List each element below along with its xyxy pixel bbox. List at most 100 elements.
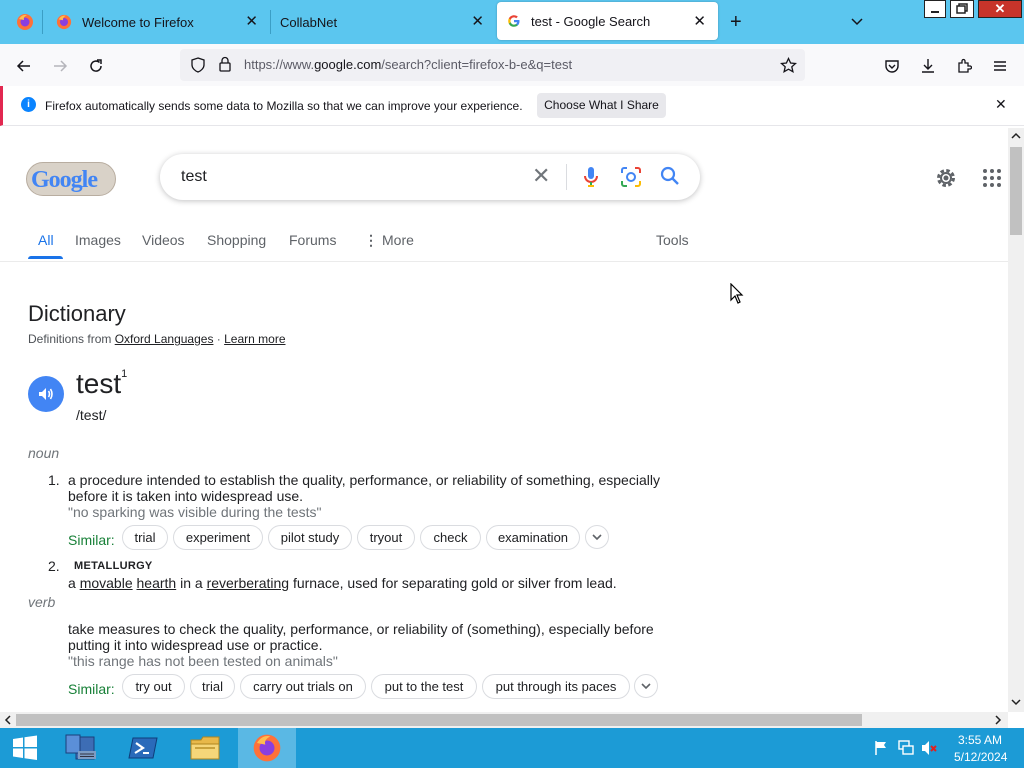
tab-more-label: More (382, 232, 414, 248)
search-icon[interactable] (660, 166, 680, 191)
tab-all[interactable]: All (38, 232, 54, 248)
definition-text: take measures to check the quality, perf… (68, 621, 654, 653)
similar-chip[interactable]: check (420, 525, 481, 550)
camera-lens-icon[interactable] (620, 166, 642, 193)
similar-chip[interactable]: put to the test (371, 674, 477, 699)
tab-shopping[interactable]: Shopping (207, 232, 266, 248)
similar-chip[interactable]: try out (122, 674, 185, 699)
google-g-icon (508, 15, 520, 27)
similar-chip[interactable]: trial (190, 674, 235, 699)
search-input[interactable]: test (181, 168, 207, 186)
example-sentence: "no sparking was visible during the test… (68, 504, 322, 520)
search-box[interactable]: test ✕ (160, 154, 700, 200)
logo-text: Google (31, 167, 98, 193)
expand-similar-chevron-icon[interactable] (585, 525, 609, 549)
action-center-flag-icon[interactable] (873, 740, 889, 761)
restore-window-button[interactable] (950, 0, 974, 18)
scroll-down-arrow-icon[interactable] (1011, 697, 1021, 707)
similar-chip[interactable]: pilot study (268, 525, 352, 550)
extensions-icon[interactable] (950, 52, 978, 80)
tab-welcome-to-firefox[interactable]: Welcome to Firefox ✕ (44, 0, 270, 44)
more-vertical-icon: ⋮ (364, 232, 378, 248)
tools-button[interactable]: Tools (656, 232, 689, 248)
tab-separator (42, 10, 43, 34)
pronunciation-speaker-button[interactable] (28, 376, 64, 412)
close-tab-icon[interactable]: ✕ (245, 14, 258, 29)
similar-chip[interactable]: examination (486, 525, 580, 550)
horizontal-scroll-thumb[interactable] (16, 714, 862, 726)
firefox-menu-icon[interactable] (8, 0, 42, 44)
google-apps-grid-icon[interactable] (982, 168, 1002, 193)
similar-chip[interactable]: trial (122, 525, 168, 550)
shield-icon[interactable] (190, 57, 206, 78)
mouse-cursor-icon (730, 282, 744, 310)
file-explorer-icon[interactable] (176, 728, 234, 768)
forward-arrow-icon[interactable] (46, 52, 74, 80)
lock-icon[interactable] (218, 56, 232, 77)
google-doodle-logo[interactable]: Google (26, 162, 116, 196)
expand-similar-chevron-icon[interactable] (634, 674, 658, 698)
settings-gear-icon[interactable] (934, 166, 958, 195)
clock-date[interactable]: 5/12/2024 (954, 750, 1007, 764)
url-text[interactable]: https://www.google.com/search?client=fir… (244, 57, 572, 72)
clock-time[interactable]: 3:55 AM (958, 733, 1002, 747)
microphone-icon[interactable] (582, 165, 600, 194)
scroll-right-arrow-icon[interactable] (993, 715, 1003, 725)
word-link-reverberating[interactable]: reverberating (207, 575, 290, 591)
speaker-icon (39, 388, 53, 400)
bookmark-star-icon[interactable] (779, 56, 798, 79)
part-of-speech-verb: verb (28, 594, 56, 610)
list-all-tabs-chevron-icon[interactable] (850, 14, 864, 33)
similar-chip[interactable]: tryout (357, 525, 415, 550)
server-manager-icon[interactable] (52, 728, 110, 768)
part-of-speech-noun: noun (28, 445, 60, 461)
close-icon[interactable]: ✕ (995, 96, 1007, 113)
minimize-window-button[interactable] (924, 0, 946, 18)
tab-images[interactable]: Images (75, 232, 121, 248)
info-icon: i (21, 97, 36, 112)
pocket-icon[interactable] (878, 52, 906, 80)
volume-muted-icon[interactable] (920, 739, 938, 762)
tab-forums[interactable]: Forums (289, 232, 336, 248)
clear-search-icon[interactable]: ✕ (532, 165, 550, 187)
definition-text: a movable hearth in a reverberating furn… (68, 575, 617, 591)
tab-more[interactable]: ⋮ More (364, 232, 414, 249)
tab-label: test - Google Search (531, 13, 651, 29)
tab-bar: Welcome to Firefox ✕ CollabNet ✕ test - … (0, 0, 1024, 44)
word-link-hearth[interactable]: hearth (137, 575, 177, 591)
url-bar[interactable]: https://www.google.com/search?client=fir… (180, 49, 805, 81)
oxford-languages-link[interactable]: Oxford Languages (115, 332, 214, 346)
similar-chip[interactable]: experiment (173, 525, 263, 550)
network-icon[interactable] (897, 739, 915, 762)
scroll-left-arrow-icon[interactable] (3, 715, 13, 725)
similar-chip[interactable]: carry out trials on (240, 674, 366, 699)
close-tab-icon[interactable]: ✕ (693, 14, 706, 29)
scroll-up-arrow-icon[interactable] (1011, 131, 1021, 141)
new-tab-plus-icon[interactable]: + (730, 12, 742, 32)
powershell-icon[interactable] (114, 728, 172, 768)
downloads-icon[interactable] (914, 52, 942, 80)
close-tab-icon[interactable]: ✕ (471, 14, 484, 29)
navigation-toolbar: https://www.google.com/search?client=fir… (0, 44, 1024, 86)
back-arrow-icon[interactable] (10, 52, 38, 80)
headword: test1 (76, 368, 128, 399)
tab-google-search[interactable]: test - Google Search ✕ (497, 2, 718, 40)
dictionary-title: Dictionary (28, 301, 126, 326)
word-link-movable[interactable]: movable (80, 575, 133, 591)
hamburger-menu-icon[interactable] (986, 52, 1014, 80)
domain-label: METALLURGY (74, 560, 153, 572)
page-content: Google test ✕ All Images Videos Shopping… (0, 128, 1008, 712)
vertical-scroll-thumb[interactable] (1010, 147, 1022, 235)
notification-text: Firefox automatically sends some data to… (45, 99, 523, 113)
tab-videos[interactable]: Videos (142, 232, 185, 248)
close-window-button[interactable]: ✕ (978, 0, 1022, 18)
start-windows-icon[interactable] (0, 728, 50, 768)
choose-what-i-share-button[interactable]: Choose What I Share (537, 93, 666, 118)
similar-label: Similar: (68, 532, 115, 548)
active-tab-indicator (28, 256, 63, 259)
learn-more-link[interactable]: Learn more (224, 332, 285, 346)
reload-icon[interactable] (82, 52, 110, 80)
tab-collabnet[interactable]: CollabNet ✕ (270, 0, 496, 44)
similar-chip[interactable]: put through its paces (482, 674, 630, 699)
firefox-taskbar-icon[interactable] (238, 728, 296, 768)
